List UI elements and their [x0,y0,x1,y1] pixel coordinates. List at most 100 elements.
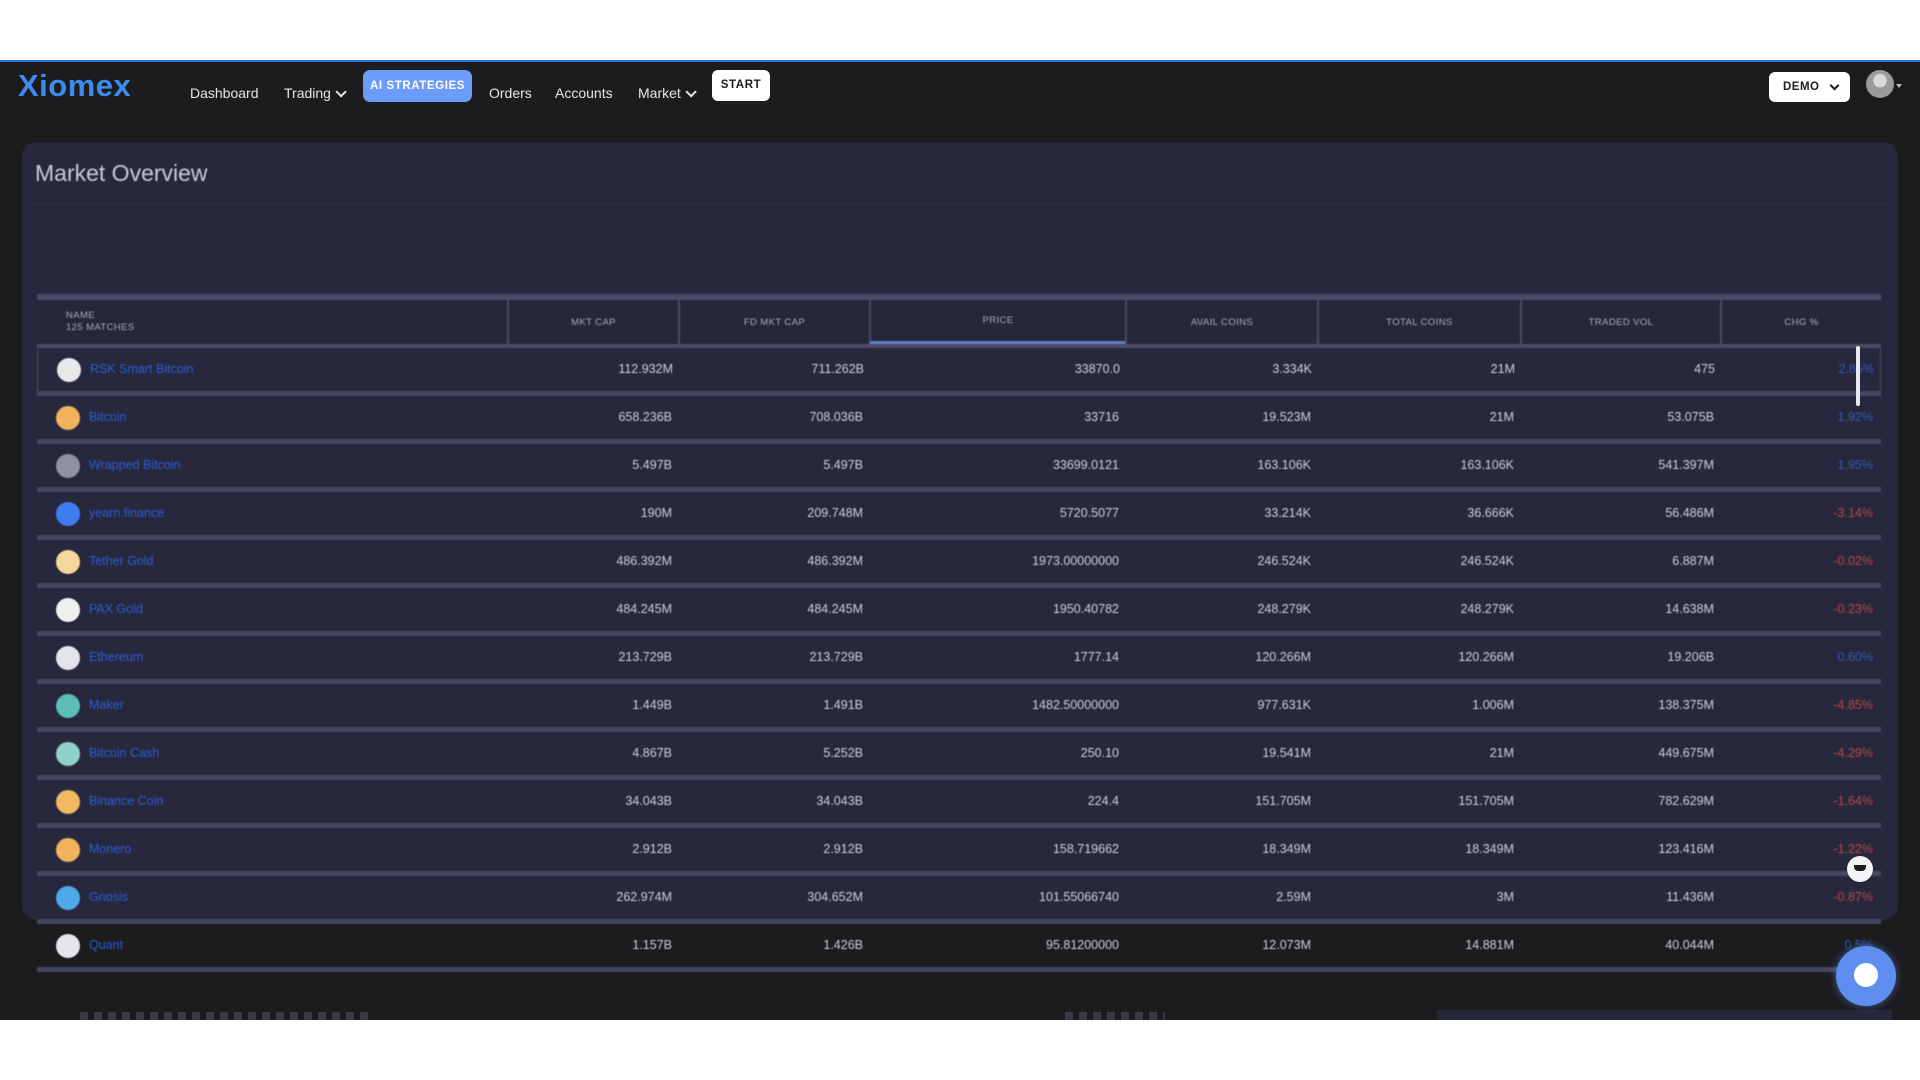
wrapped-bitcoin-icon [56,454,80,478]
fd-mkt-cap-cell: 5.497B [823,458,863,472]
gnosis-icon [56,886,80,910]
fd-mkt-cap-cell: 708.036B [809,410,863,424]
table-row[interactable]: Bitcoin 658.236B 708.036B 33716 19.523M … [37,396,1881,444]
coin-name-link[interactable]: Gnosis [89,876,128,919]
coin-name-link[interactable]: Bitcoin [89,396,127,439]
coin-name-link[interactable]: Wrapped Bitcoin [89,444,181,487]
coin-name-link[interactable]: RSK Smart Bitcoin [90,348,194,391]
table-row[interactable]: Monero 2.912B 2.912B 158.719662 18.349M … [37,828,1881,876]
ai-strategies-button[interactable]: AI STRATEGIES [363,70,472,102]
fd-mkt-cap-cell: 486.392M [807,554,863,568]
footer-ghost-text [1065,1012,1165,1020]
column-header-traded-vol[interactable]: TRADED VOL [1520,300,1720,344]
table-row[interactable]: Tether Gold 486.392M 486.392M 1973.00000… [37,540,1881,588]
brand-logo[interactable]: Xiomex [18,68,131,104]
traded-vol-cell: 19.206B [1667,650,1714,664]
maker-icon [56,694,80,718]
start-button[interactable]: START [712,70,770,101]
table-row[interactable]: RSK Smart Bitcoin 112.932M 711.262B 3387… [37,348,1881,396]
total-coins-cell: 21M [1489,746,1514,760]
table-row[interactable]: Bitcoin Cash 4.867B 5.252B 250.10 19.541… [37,732,1881,780]
coin-name-link[interactable]: Tether Gold [89,540,154,583]
change-cell: 0.60% [1837,650,1873,664]
mkt-cap-cell: 1.449B [632,698,672,712]
coin-name-link[interactable]: Quant [89,924,123,967]
top-white-band [0,0,1920,60]
caret-down-icon[interactable] [1896,84,1902,88]
column-name-label: NAME [66,310,96,321]
change-cell: 1.92% [1837,410,1873,424]
avail-coins-cell: 12.073M [1262,938,1311,952]
total-coins-cell: 246.524K [1460,554,1514,568]
fd-mkt-cap-cell: 1.426B [823,938,863,952]
total-coins-cell: 21M [1489,410,1514,424]
coin-name-link[interactable]: PAX Gold [89,588,143,631]
binance-coin-icon [56,790,80,814]
table-row[interactable]: Binance Coin 34.043B 34.043B 224.4 151.7… [37,780,1881,828]
nav-market-label: Market [638,85,681,101]
nav-market[interactable]: Market [638,78,697,108]
table-scrollbar[interactable] [1856,346,1860,406]
traded-vol-cell: 123.416M [1658,842,1714,856]
nav-orders[interactable]: Orders [489,78,532,108]
coin-name-link[interactable]: yearn.finance [89,492,164,535]
monero-icon [56,838,80,862]
coin-name-link[interactable]: Ethereum [89,636,143,679]
table-row[interactable]: Ethereum 213.729B 213.729B 1777.14 120.2… [37,636,1881,684]
traded-vol-cell: 40.044M [1665,938,1714,952]
mkt-cap-cell: 112.932M [618,362,673,376]
chat-support-button[interactable] [1836,946,1896,1006]
traded-vol-cell: 475 [1694,362,1715,376]
column-header-fd-mkt-cap[interactable]: FD MKT CAP [678,300,869,344]
price-cell: 158.719662 [1052,842,1119,856]
table-row[interactable]: Wrapped Bitcoin 5.497B 5.497B 33699.0121… [37,444,1881,492]
account-mode-select[interactable]: DEMO [1769,72,1850,102]
traded-vol-cell: 6.887M [1672,554,1714,568]
column-header-name[interactable]: NAME 125 MATCHES [37,300,507,344]
nav-accounts[interactable]: Accounts [555,78,613,108]
mkt-cap-cell: 4.867B [632,746,672,760]
divider [35,204,1885,205]
app-window: Xiomex Dashboard Trading AI STRATEGIES O… [0,60,1920,1020]
mkt-cap-cell: 484.245M [616,602,672,616]
avail-coins-cell: 19.523M [1262,410,1311,424]
coin-name-link[interactable]: Binance Coin [89,780,163,823]
bottom-white-band [0,1020,1920,1080]
market-overview-card: Market Overview NAME 125 MATCHES MKT CAP… [22,142,1898,972]
table-row[interactable]: Maker 1.449B 1.491B 1482.50000000 977.63… [37,684,1881,732]
column-header-mkt-cap[interactable]: MKT CAP [507,300,678,344]
nav-trading[interactable]: Trading [284,78,347,108]
traded-vol-cell: 56.486M [1665,506,1714,520]
yearn-finance-icon [56,502,80,526]
column-header-avail-coins[interactable]: AVAIL COINS [1125,300,1317,344]
table-header: NAME 125 MATCHES MKT CAP FD MKT CAP PRIC… [37,294,1881,348]
column-header-price[interactable]: PRICE [869,300,1125,344]
coin-name-link[interactable]: Bitcoin Cash [89,732,159,775]
chevron-down-icon [685,86,697,98]
table-row[interactable]: yearn.finance 190M 209.748M 5720.5077 33… [37,492,1881,540]
mkt-cap-cell: 486.392M [616,554,672,568]
traded-vol-cell: 14.638M [1665,602,1714,616]
coin-name-link[interactable]: Maker [89,684,124,727]
table-row[interactable]: PAX Gold 484.245M 484.245M 1950.40782 24… [37,588,1881,636]
account-mode-value: DEMO [1783,81,1820,93]
table-row[interactable]: Quant 1.157B 1.426B 95.81200000 12.073M … [37,924,1881,972]
change-cell: -4.29% [1833,746,1873,760]
nav-orders-label: Orders [489,85,532,101]
column-header-total-coins[interactable]: TOTAL COINS [1317,300,1520,344]
price-cell: 101.55066740 [1039,890,1119,904]
table-row[interactable]: Gnosis 262.974M 304.652M 101.55066740 2.… [37,876,1881,924]
fd-mkt-cap-cell: 484.245M [807,602,863,616]
column-header-chg[interactable]: CHG % [1720,300,1881,344]
total-coins-cell: 3M [1496,890,1514,904]
top-navbar: Xiomex Dashboard Trading AI STRATEGIES O… [0,62,1920,122]
user-avatar[interactable] [1866,70,1894,98]
fd-mkt-cap-cell: 209.748M [807,506,863,520]
row-action-icon[interactable] [1847,856,1873,882]
price-cell: 33716 [1084,410,1119,424]
avail-coins-cell: 120.266M [1255,650,1311,664]
nav-dashboard[interactable]: Dashboard [190,78,259,108]
price-cell: 5720.5077 [1059,506,1119,520]
coin-name-link[interactable]: Monero [89,828,131,871]
fd-mkt-cap-cell: 304.652M [807,890,863,904]
